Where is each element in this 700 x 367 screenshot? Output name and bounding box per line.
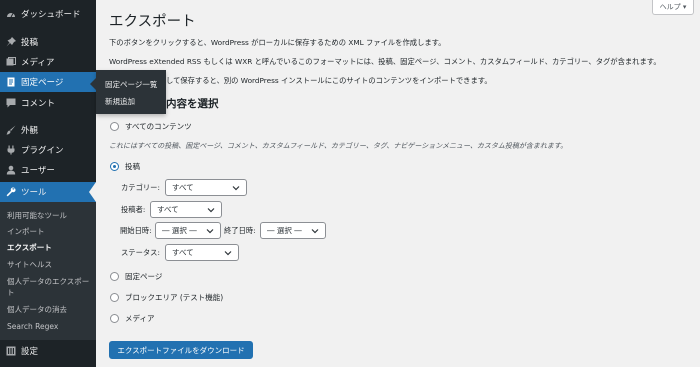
end-date-select-value: ― 選択 ―: [267, 226, 302, 235]
author-label: 投稿者:: [121, 205, 146, 214]
plugin-icon: [6, 145, 16, 155]
menu-label-users: ユーザー: [21, 166, 55, 176]
category-label: カテゴリー:: [121, 183, 160, 192]
page-title: エクスポート: [109, 14, 196, 30]
radio-pages[interactable]: [110, 272, 119, 281]
option-posts[interactable]: 投稿: [110, 161, 140, 172]
menu-item-tools[interactable]: ツール: [0, 182, 96, 202]
menu-item-media[interactable]: メディア: [0, 52, 96, 72]
start-date-select[interactable]: ― 選択 ―: [155, 222, 221, 239]
option-pages[interactable]: 固定ページ: [110, 271, 162, 282]
chevron-down-icon: [207, 208, 215, 213]
start-date-select-value: ― 選択 ―: [162, 226, 197, 235]
submenu-export[interactable]: エクスポート: [7, 242, 93, 253]
menu-label-comments: コメント: [21, 99, 56, 109]
status-select[interactable]: すべて: [165, 244, 239, 261]
section-heading: 内容を選択: [166, 98, 219, 110]
import-paragraph: して保存すると、別の WordPress インストールにこのサイトのコンテンツを…: [166, 76, 492, 85]
pin-icon: [6, 37, 16, 47]
submenu-available-tools[interactable]: 利用可能なツール: [7, 210, 93, 221]
chevron-down-icon: [232, 186, 240, 191]
wrench-icon: [6, 187, 16, 197]
brush-icon: [6, 125, 16, 135]
download-export-button[interactable]: エクスポートファイルをダウンロード: [109, 341, 253, 359]
option-all-content-label: すべてのコンテンツ: [125, 122, 192, 131]
help-tab[interactable]: ヘルプ ▾: [652, 0, 694, 15]
user-icon: [6, 165, 16, 175]
end-date-label: 終了日時:: [224, 226, 256, 235]
submenu-site-health[interactable]: サイトヘルス: [7, 259, 93, 270]
option-block-areas[interactable]: ブロックエリア (テスト機能): [110, 292, 223, 303]
flyout-add-new[interactable]: 新規追加: [105, 96, 135, 107]
admin-sidebar: ダッシュボード 投稿 メディア 固定ページ コメント 外観 プラグイン ユーザー…: [0, 0, 96, 367]
submenu-import[interactable]: インポート: [7, 226, 93, 237]
settings-icon: [6, 346, 16, 356]
menu-label-appearance: 外観: [21, 126, 39, 136]
option-media-label: メディア: [125, 314, 155, 323]
start-date-label: 開始日時:: [120, 226, 152, 235]
menu-item-pages[interactable]: 固定ページ: [0, 72, 96, 92]
author-select[interactable]: すべて: [150, 201, 222, 218]
radio-block-areas[interactable]: [110, 293, 119, 302]
option-pages-label: 固定ページ: [125, 272, 163, 281]
menu-label-pages: 固定ページ: [21, 78, 64, 88]
comment-icon: [6, 98, 16, 108]
submenu-export-personal-data[interactable]: 個人データのエクスポート: [7, 276, 93, 298]
submenu-search-regex[interactable]: Search Regex: [7, 321, 93, 332]
radio-posts[interactable]: [110, 162, 119, 171]
option-block-areas-label: ブロックエリア (テスト機能): [125, 293, 224, 302]
author-select-value: すべて: [157, 205, 179, 214]
wxr-paragraph: WordPress eXtended RSS もしくは WXR と呼んでいるこの…: [109, 57, 661, 66]
menu-label-dashboard: ダッシュボード: [21, 10, 81, 20]
pages-flyout-menu: 固定ページ一覧 新規追加: [90, 70, 166, 114]
chevron-down-icon: [206, 229, 214, 234]
status-label: ステータス:: [121, 248, 160, 257]
option-media[interactable]: メディア: [110, 313, 154, 324]
pages-icon: [6, 77, 16, 87]
chevron-down-icon: [311, 229, 319, 234]
dashboard-icon: [6, 9, 16, 19]
option-posts-label: 投稿: [125, 162, 140, 171]
radio-media[interactable]: [110, 314, 119, 323]
tools-submenu: 利用可能なツール インポート エクスポート サイトヘルス 個人データのエクスポー…: [0, 202, 96, 340]
flyout-arrow: [90, 78, 96, 90]
menu-item-users[interactable]: ユーザー: [0, 160, 96, 180]
intro-paragraph: 下のボタンをクリックすると、WordPress がローカルに保存するための XM…: [109, 38, 446, 47]
status-select-value: すべて: [172, 248, 194, 257]
menu-label-tools: ツール: [21, 188, 47, 198]
menu-label-posts: 投稿: [21, 38, 39, 48]
radio-all-content[interactable]: [110, 122, 119, 131]
current-menu-arrow: [89, 182, 96, 202]
menu-item-plugins[interactable]: プラグイン: [0, 140, 96, 160]
all-content-note: これにはすべての投稿、固定ページ、コメント、カスタムフィールド、カテゴリー、タグ…: [109, 142, 568, 150]
menu-label-media: メディア: [21, 58, 55, 68]
end-date-select[interactable]: ― 選択 ―: [260, 222, 326, 239]
menu-label-settings: 設定: [21, 347, 39, 357]
category-select[interactable]: すべて: [165, 179, 247, 196]
category-select-value: すべて: [172, 183, 194, 192]
media-icon: [6, 57, 16, 67]
menu-item-comments[interactable]: コメント: [0, 93, 96, 113]
option-all-content[interactable]: すべてのコンテンツ: [110, 121, 192, 132]
menu-item-settings[interactable]: 設定: [0, 341, 96, 361]
menu-item-posts[interactable]: 投稿: [0, 32, 96, 52]
menu-item-dashboard[interactable]: ダッシュボード: [0, 4, 96, 24]
chevron-down-icon: [224, 251, 232, 256]
menu-label-plugins: プラグイン: [21, 146, 64, 156]
menu-item-appearance[interactable]: 外観: [0, 120, 96, 140]
flyout-all-pages[interactable]: 固定ページ一覧: [105, 79, 157, 90]
submenu-erase-personal-data[interactable]: 個人データの消去: [7, 304, 93, 315]
